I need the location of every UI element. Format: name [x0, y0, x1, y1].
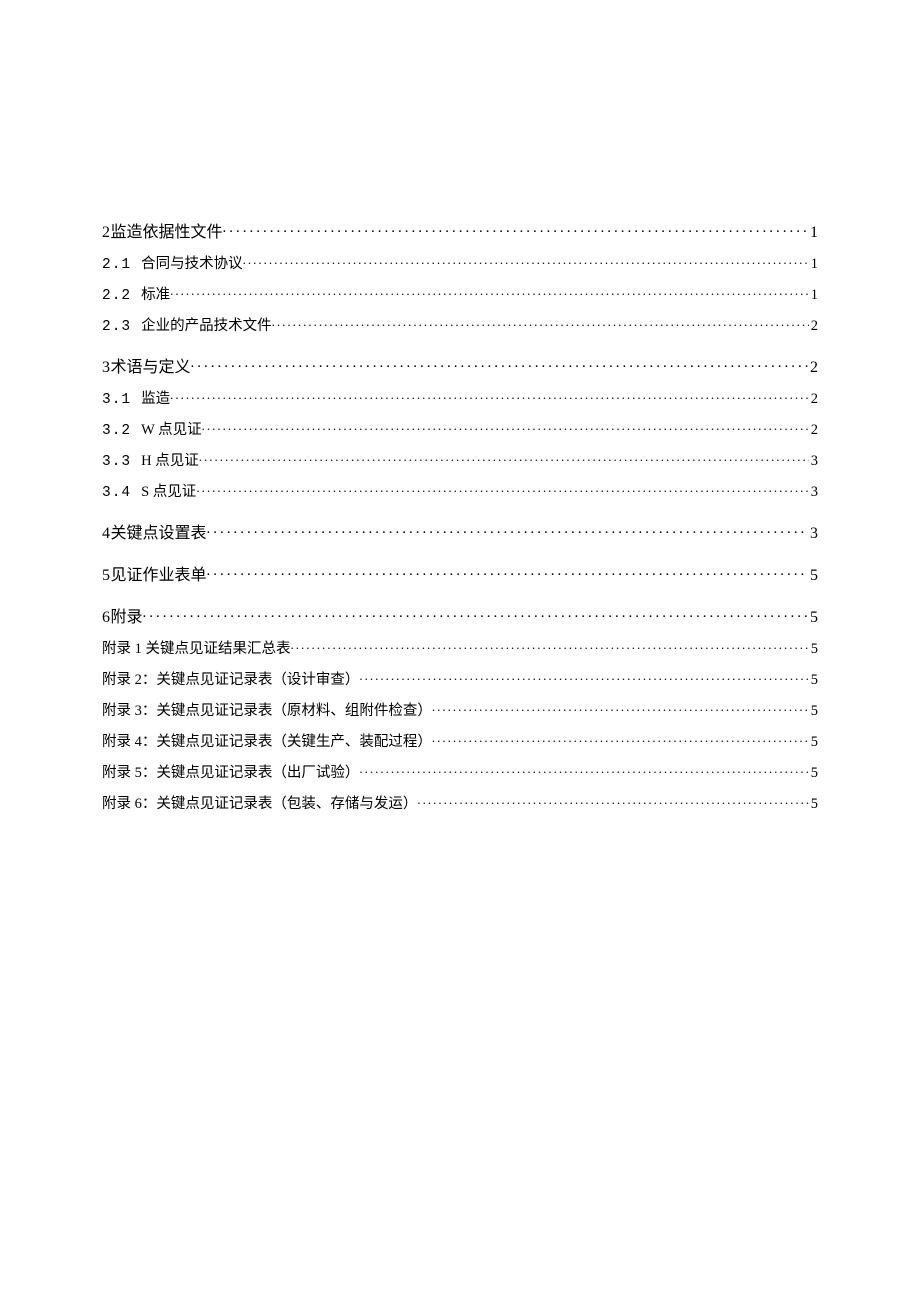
toc-number: 3.1 — [102, 392, 141, 408]
toc-title: 关键点设置表 — [111, 519, 207, 543]
toc-entry: 附录 2：关键点见证记录表（设计审查） 5 — [102, 668, 818, 689]
toc-leader-dots — [359, 670, 808, 685]
toc-entry: 3.3H 点见证 3 — [102, 449, 818, 470]
toc-entry: 2.2标准 1 — [102, 283, 818, 304]
toc-title: 附录 5：关键点见证记录表（出厂试验） — [102, 761, 359, 782]
toc-page-number: 2 — [809, 391, 818, 408]
toc-title: 企业的产品技术文件 — [141, 314, 272, 335]
toc-title: 附录 2：关键点见证记录表（设计审查） — [102, 668, 359, 689]
toc-title: W 点见证 — [141, 418, 202, 439]
toc-title: 合同与技术协议 — [141, 252, 243, 273]
toc-page-number: 5 — [808, 567, 818, 585]
toc-leader-dots — [199, 451, 809, 466]
toc-entry: 4 关键点设置表 3 — [102, 519, 818, 543]
toc-page-number: 1 — [808, 224, 818, 242]
toc-title: 附录 3：关键点见证记录表（原材料、组附件检查） — [102, 699, 432, 720]
toc-number: 2 — [102, 224, 111, 242]
toc-page-number: 5 — [809, 796, 818, 813]
toc-page-number: 2 — [808, 359, 818, 377]
toc-entry: 3.4S 点见证 3 — [102, 480, 818, 501]
toc-page-number: 5 — [808, 609, 818, 627]
toc-title: S 点见证 — [141, 480, 196, 501]
toc-page-number: 5 — [809, 672, 818, 689]
toc-page-number: 3 — [808, 525, 818, 543]
toc-leader-dots — [243, 254, 809, 269]
toc-leader-dots — [207, 522, 808, 538]
toc-leader-dots — [359, 763, 808, 778]
toc-title: 附录 6：关键点见证记录表（包装、存储与发运） — [102, 792, 417, 813]
toc-leader-dots — [417, 794, 808, 809]
toc-page-number: 5 — [809, 703, 818, 720]
toc-page-number: 2 — [809, 422, 818, 439]
toc-title: 见证作业表单 — [111, 561, 207, 585]
toc-page-number: 2 — [809, 318, 818, 335]
toc-page-number: 1 — [809, 287, 818, 304]
toc-number: 2.1 — [102, 257, 141, 273]
toc-leader-dots — [272, 316, 809, 331]
toc-entry: 2.3企业的产品技术文件 2 — [102, 314, 818, 335]
toc-title: 标准 — [141, 283, 170, 304]
toc-leader-dots — [207, 564, 808, 580]
toc-leader-dots — [223, 221, 808, 237]
toc-title: 附录 4：关键点见证记录表（关键生产、装配过程） — [102, 730, 432, 751]
toc-title: 附录 — [111, 603, 143, 627]
toc-entry: 2 监造依据性文件 1 — [102, 218, 818, 242]
toc-entry: 3.1监造 2 — [102, 387, 818, 408]
toc-number: 3.3 — [102, 454, 141, 470]
toc-entry: 2.1合同与技术协议 1 — [102, 252, 818, 273]
toc-number: 2.2 — [102, 288, 141, 304]
toc-entry: 附录 4：关键点见证记录表（关键生产、装配过程） 5 — [102, 730, 818, 751]
toc-leader-dots — [432, 701, 809, 716]
toc-leader-dots — [191, 356, 808, 372]
toc-number: 3 — [102, 359, 111, 377]
toc-entry: 附录 6：关键点见证记录表（包装、存储与发运） 5 — [102, 792, 818, 813]
toc-entry: 3 术语与定义 2 — [102, 353, 818, 377]
toc-title: 附录 1 关键点见证结果汇总表 — [102, 637, 291, 658]
toc-title: 术语与定义 — [111, 353, 191, 377]
toc-entry: 5 见证作业表单 5 — [102, 561, 818, 585]
toc-entry: 6 附录 5 — [102, 603, 818, 627]
toc-number: 6 — [102, 609, 111, 627]
toc-number: 2.3 — [102, 319, 141, 335]
toc-number: 3.4 — [102, 485, 141, 501]
toc-page-number: 1 — [809, 256, 818, 273]
toc-leader-dots — [291, 639, 809, 654]
toc-page-number: 3 — [809, 484, 818, 501]
toc-leader-dots — [170, 389, 809, 404]
toc-leader-dots — [170, 285, 809, 300]
toc-leader-dots — [196, 482, 808, 497]
toc-number: 5 — [102, 567, 111, 585]
toc-entry: 3.2W 点见证 2 — [102, 418, 818, 439]
toc-page-number: 3 — [809, 453, 818, 470]
toc-leader-dots — [432, 732, 809, 747]
toc-page-number: 5 — [809, 765, 818, 782]
toc-entry: 附录 1 关键点见证结果汇总表 5 — [102, 637, 818, 658]
toc-title: 监造 — [141, 387, 170, 408]
toc-page-number: 5 — [809, 641, 818, 658]
toc-entry: 附录 3：关键点见证记录表（原材料、组附件检查） 5 — [102, 699, 818, 720]
toc-page-number: 5 — [809, 734, 818, 751]
toc-title: H 点见证 — [141, 449, 199, 470]
toc-leader-dots — [143, 606, 808, 622]
toc-number: 3.2 — [102, 423, 141, 439]
toc-entry: 附录 5：关键点见证记录表（出厂试验） 5 — [102, 761, 818, 782]
table-of-contents: 2 监造依据性文件 12.1合同与技术协议 12.2标准 12.3企业的产品技术… — [102, 218, 818, 813]
toc-number: 4 — [102, 525, 111, 543]
toc-title: 监造依据性文件 — [111, 218, 223, 242]
toc-leader-dots — [202, 420, 809, 435]
